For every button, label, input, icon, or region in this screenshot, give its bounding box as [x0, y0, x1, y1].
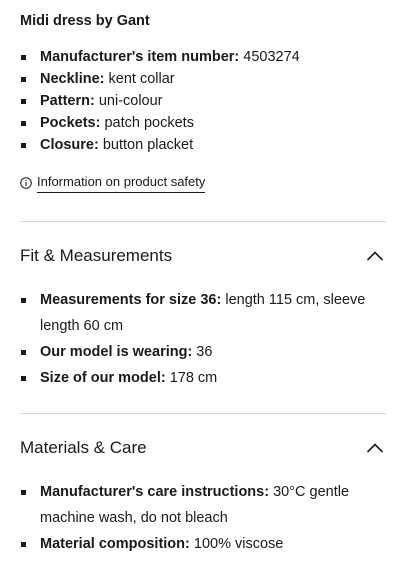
- materials-care-list: Manufacturer's care instructions: 30°C g…: [20, 479, 386, 557]
- bullet: [21, 298, 26, 303]
- detail-item: Material composition: 100% viscose: [20, 531, 386, 557]
- detail-item: Our model is wearing: 36: [20, 339, 386, 365]
- materials-care-header[interactable]: Materials & Care: [20, 436, 386, 460]
- detail-value: button placket: [98, 137, 194, 153]
- detail-label: Manufacturer's care instructions:: [40, 484, 270, 500]
- bullet: [21, 490, 26, 495]
- detail-value: 4503274: [239, 49, 300, 65]
- bullet: [21, 542, 26, 547]
- detail-item: Pattern: uni-colour: [20, 90, 386, 112]
- detail-value: 178 cm: [165, 370, 218, 386]
- detail-label: Neckline:: [40, 71, 105, 87]
- detail-label: Material composition:: [40, 536, 190, 552]
- bullet: [21, 55, 26, 60]
- detail-item: Manufacturer's care instructions: 30°C g…: [20, 479, 386, 531]
- detail-item: Size of our model: 178 cm: [20, 365, 386, 391]
- detail-label: Manufacturer's item number:: [40, 49, 240, 65]
- bullet: [21, 121, 26, 126]
- section-title: Materials & Care: [20, 438, 147, 457]
- detail-label: Pockets:: [40, 115, 101, 131]
- info-circle-icon: [20, 177, 32, 189]
- bullet: [21, 376, 26, 381]
- detail-item: Closure: button placket: [20, 134, 386, 156]
- bullet: [21, 143, 26, 148]
- detail-item: Neckline: kent collar: [20, 68, 386, 90]
- detail-value: 100% viscose: [189, 536, 284, 552]
- product-safety-link-row[interactable]: Information on product safety: [20, 173, 206, 193]
- detail-item: Pockets: patch pockets: [20, 112, 386, 134]
- chevron-up-icon[interactable]: [366, 250, 384, 262]
- bullet: [21, 99, 26, 104]
- detail-item: Manufacturer's item number: 4503274: [20, 46, 386, 68]
- detail-label: Our model is wearing:: [40, 344, 193, 360]
- product-safety-link[interactable]: Information on product safety: [37, 173, 206, 193]
- detail-item: Measurements for size 36: length 115 cm,…: [20, 287, 386, 339]
- detail-value: kent collar: [104, 71, 175, 87]
- section-title: Fit & Measurements: [20, 246, 173, 265]
- fit-measurements-list: Measurements for size 36: length 115 cm,…: [20, 287, 386, 391]
- bullet: [21, 350, 26, 355]
- detail-value: 36: [192, 344, 213, 360]
- product-title: Midi dress by Gant: [20, 13, 150, 29]
- bullet: [21, 77, 26, 82]
- detail-label: Closure:: [40, 137, 99, 153]
- divider: [20, 413, 386, 414]
- chevron-up-icon[interactable]: [366, 442, 384, 454]
- fit-measurements-header[interactable]: Fit & Measurements: [20, 244, 386, 268]
- detail-value: patch pockets: [100, 115, 194, 131]
- detail-label: Size of our model:: [40, 370, 166, 386]
- divider: [20, 221, 386, 222]
- detail-value: uni-colour: [94, 93, 163, 109]
- product-details-list: Manufacturer's item number: 4503274 Neck…: [20, 46, 386, 156]
- detail-label: Pattern:: [40, 93, 95, 109]
- detail-label: Measurements for size 36:: [40, 292, 222, 308]
